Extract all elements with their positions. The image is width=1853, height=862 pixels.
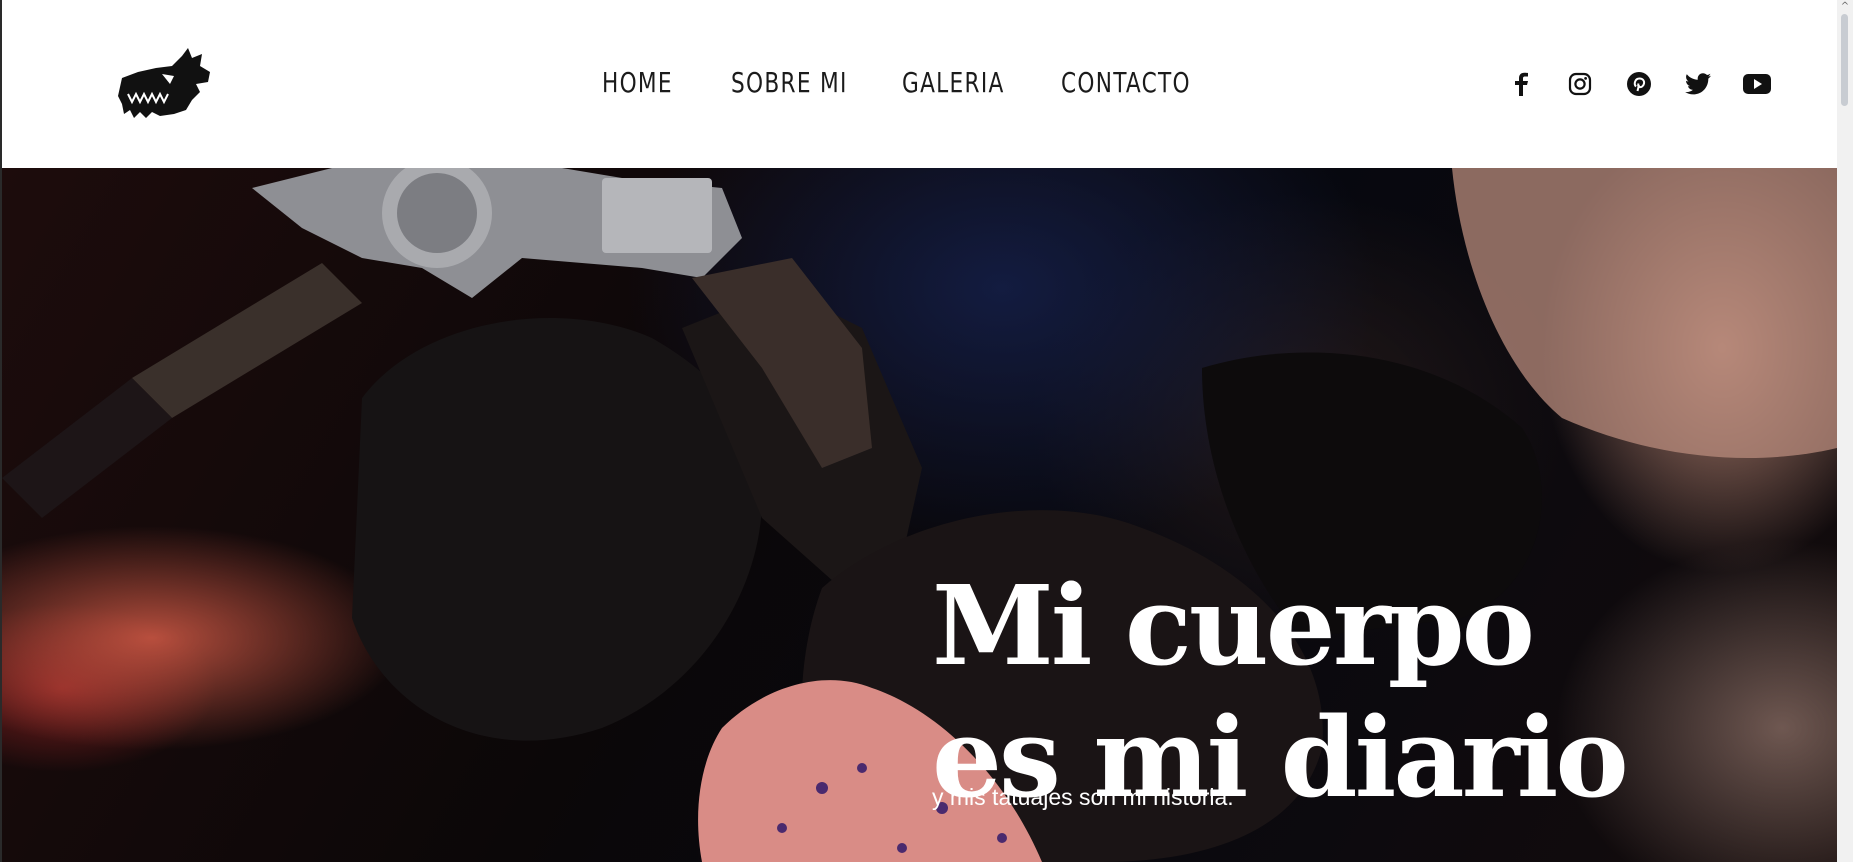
twitter-icon[interactable] [1682, 68, 1714, 100]
pinterest-icon[interactable] [1623, 68, 1655, 100]
youtube-icon[interactable] [1741, 68, 1773, 100]
main-nav: HOME SOBRE MI GALERIA CONTACTO [2, 0, 1837, 168]
site-header: HOME SOBRE MI GALERIA CONTACTO [2, 0, 1837, 168]
nav-contacto[interactable]: CONTACTO [1061, 63, 1191, 103]
page-scrollbar[interactable]: ^ [1837, 0, 1853, 862]
facebook-icon[interactable] [1505, 68, 1537, 100]
instagram-icon[interactable] [1564, 68, 1596, 100]
nav-home[interactable]: HOME [602, 63, 673, 103]
nav-galeria[interactable]: GALERIA [902, 63, 1005, 103]
scroll-thumb[interactable] [1841, 14, 1848, 106]
hero-banner: Mi cuerpo es mi diario y mis tatuajes so… [2, 168, 1837, 862]
hero-headline-line1: Mi cuerpo [932, 560, 1535, 690]
nav-sobre-mi[interactable]: SOBRE MI [731, 63, 848, 103]
hero-subtitle: y mis tatuajes son mi historia. [932, 784, 1234, 810]
scroll-up-arrow-icon[interactable]: ^ [1837, 0, 1853, 14]
